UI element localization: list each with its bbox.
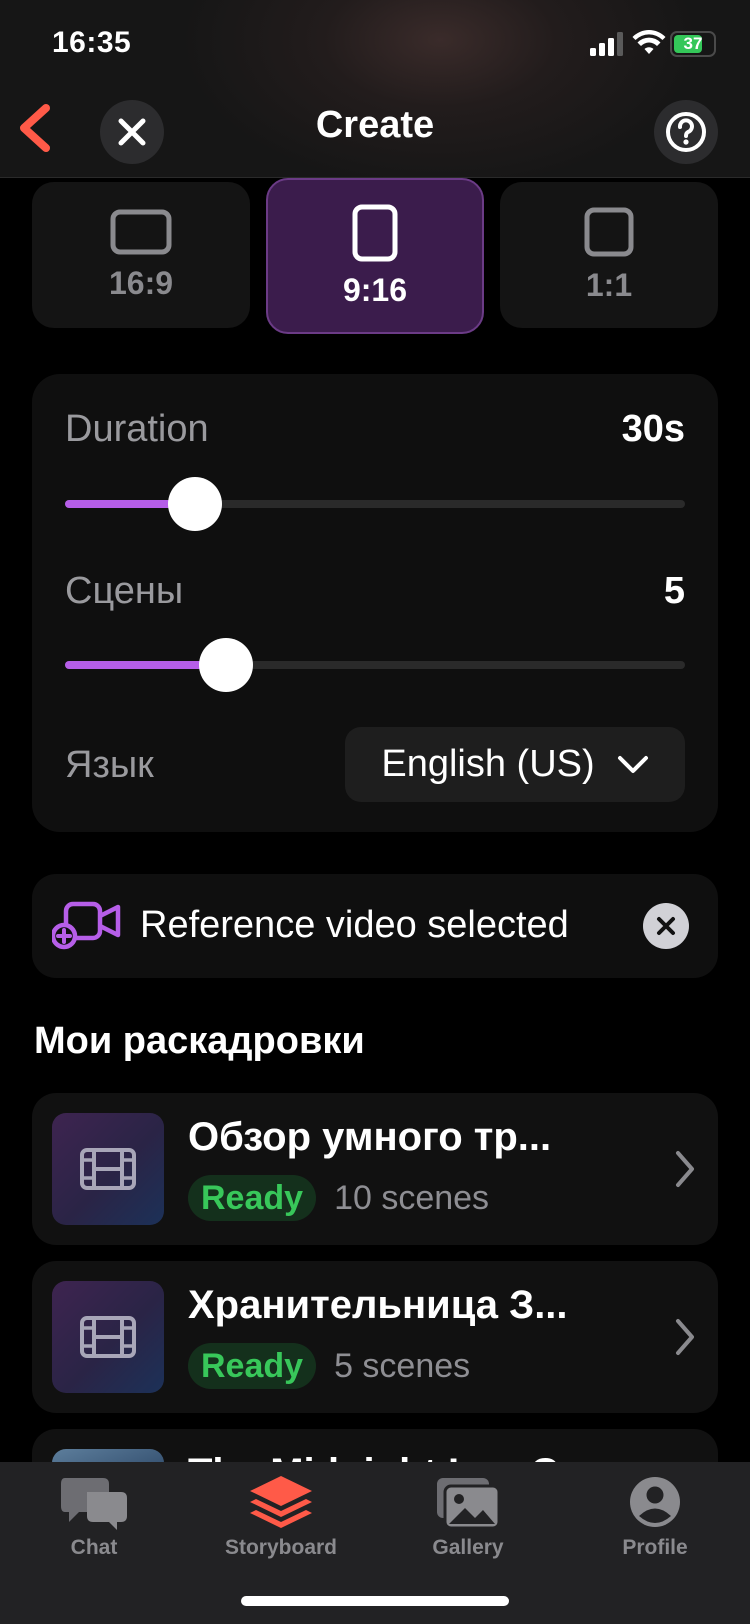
tab-label: Storyboard — [224, 1536, 337, 1559]
storyboards-section-title: Мои раскадровки — [34, 1020, 365, 1062]
tab-chat[interactable]: Chat — [14, 1474, 174, 1560]
tab-label: Gallery — [432, 1536, 504, 1559]
aspect-option-label: 9:16 — [342, 271, 408, 308]
home-indicator — [241, 1596, 509, 1606]
reference-video-text: Reference video selected — [140, 904, 569, 946]
close-icon — [657, 917, 675, 935]
duration-slider[interactable] — [65, 474, 685, 534]
chat-bubbles-icon — [61, 1478, 127, 1530]
duration-value: 30s — [621, 408, 685, 450]
tab-profile[interactable]: Profile — [575, 1474, 735, 1560]
tab-gallery[interactable]: Gallery — [388, 1474, 548, 1560]
scenes-value: 5 — [663, 570, 685, 612]
layers-icon — [250, 1476, 312, 1528]
scene-count: 5 scenes — [334, 1346, 471, 1385]
scenes-slider[interactable] — [65, 635, 685, 695]
question-circle-icon — [666, 112, 706, 152]
remove-reference-button[interactable] — [643, 903, 689, 949]
aspect-option-16-9[interactable]: 16:9 — [32, 182, 250, 328]
landscape-frame-icon — [110, 209, 172, 254]
aspect-option-1-1[interactable]: 1:1 — [500, 182, 718, 328]
status-badge: Ready — [188, 1175, 317, 1221]
aspect-option-9-16[interactable]: 9:16 — [266, 178, 484, 334]
chevron-right-icon — [676, 1151, 694, 1187]
tab-label: Chat — [70, 1536, 118, 1559]
chevron-right-icon — [676, 1319, 694, 1355]
duration-slider-thumb[interactable] — [168, 477, 222, 531]
chevron-down-icon — [617, 755, 648, 773]
video-add-icon — [50, 900, 122, 955]
square-frame-icon — [584, 207, 634, 256]
scenes-slider-thumb[interactable] — [199, 638, 253, 692]
language-dropdown[interactable]: English (US) — [345, 727, 685, 802]
help-button[interactable] — [654, 100, 718, 164]
storyboard-row[interactable]: Обзор умного тр... Ready 10 scenes — [32, 1093, 718, 1245]
status-badge: Ready — [188, 1343, 317, 1389]
film-icon — [80, 1148, 136, 1190]
aspect-option-label: 1:1 — [585, 266, 633, 303]
scenes-label: Сцены — [65, 570, 184, 612]
aspect-option-label: 16:9 — [108, 264, 174, 301]
language-value: English (US) — [381, 743, 595, 785]
person-icon — [630, 1477, 680, 1527]
scene-count: 10 scenes — [334, 1178, 490, 1217]
tab-storyboard[interactable]: Storyboard — [201, 1474, 361, 1560]
cellular-signal-icon — [590, 32, 626, 61]
wifi-icon — [632, 30, 666, 61]
storyboard-row[interactable]: Хранительница З... Ready 5 scenes — [32, 1261, 718, 1413]
storyboard-thumbnail — [52, 1281, 164, 1393]
status-time: 16:35 — [52, 26, 132, 59]
duration-label: Duration — [65, 408, 209, 450]
page-title: Create — [315, 104, 435, 146]
storyboard-title: Обзор умного тр... — [188, 1115, 552, 1159]
storyboard-title: Хранительница З... — [188, 1283, 568, 1327]
battery-percent: 37 — [683, 34, 703, 53]
battery-icon: 37 — [670, 31, 716, 57]
storyboard-thumbnail — [52, 1113, 164, 1225]
film-icon — [80, 1316, 136, 1358]
language-label: Язык — [65, 744, 154, 786]
photos-icon — [437, 1478, 501, 1530]
tab-label: Profile — [622, 1536, 688, 1559]
portrait-frame-icon — [352, 204, 398, 261]
